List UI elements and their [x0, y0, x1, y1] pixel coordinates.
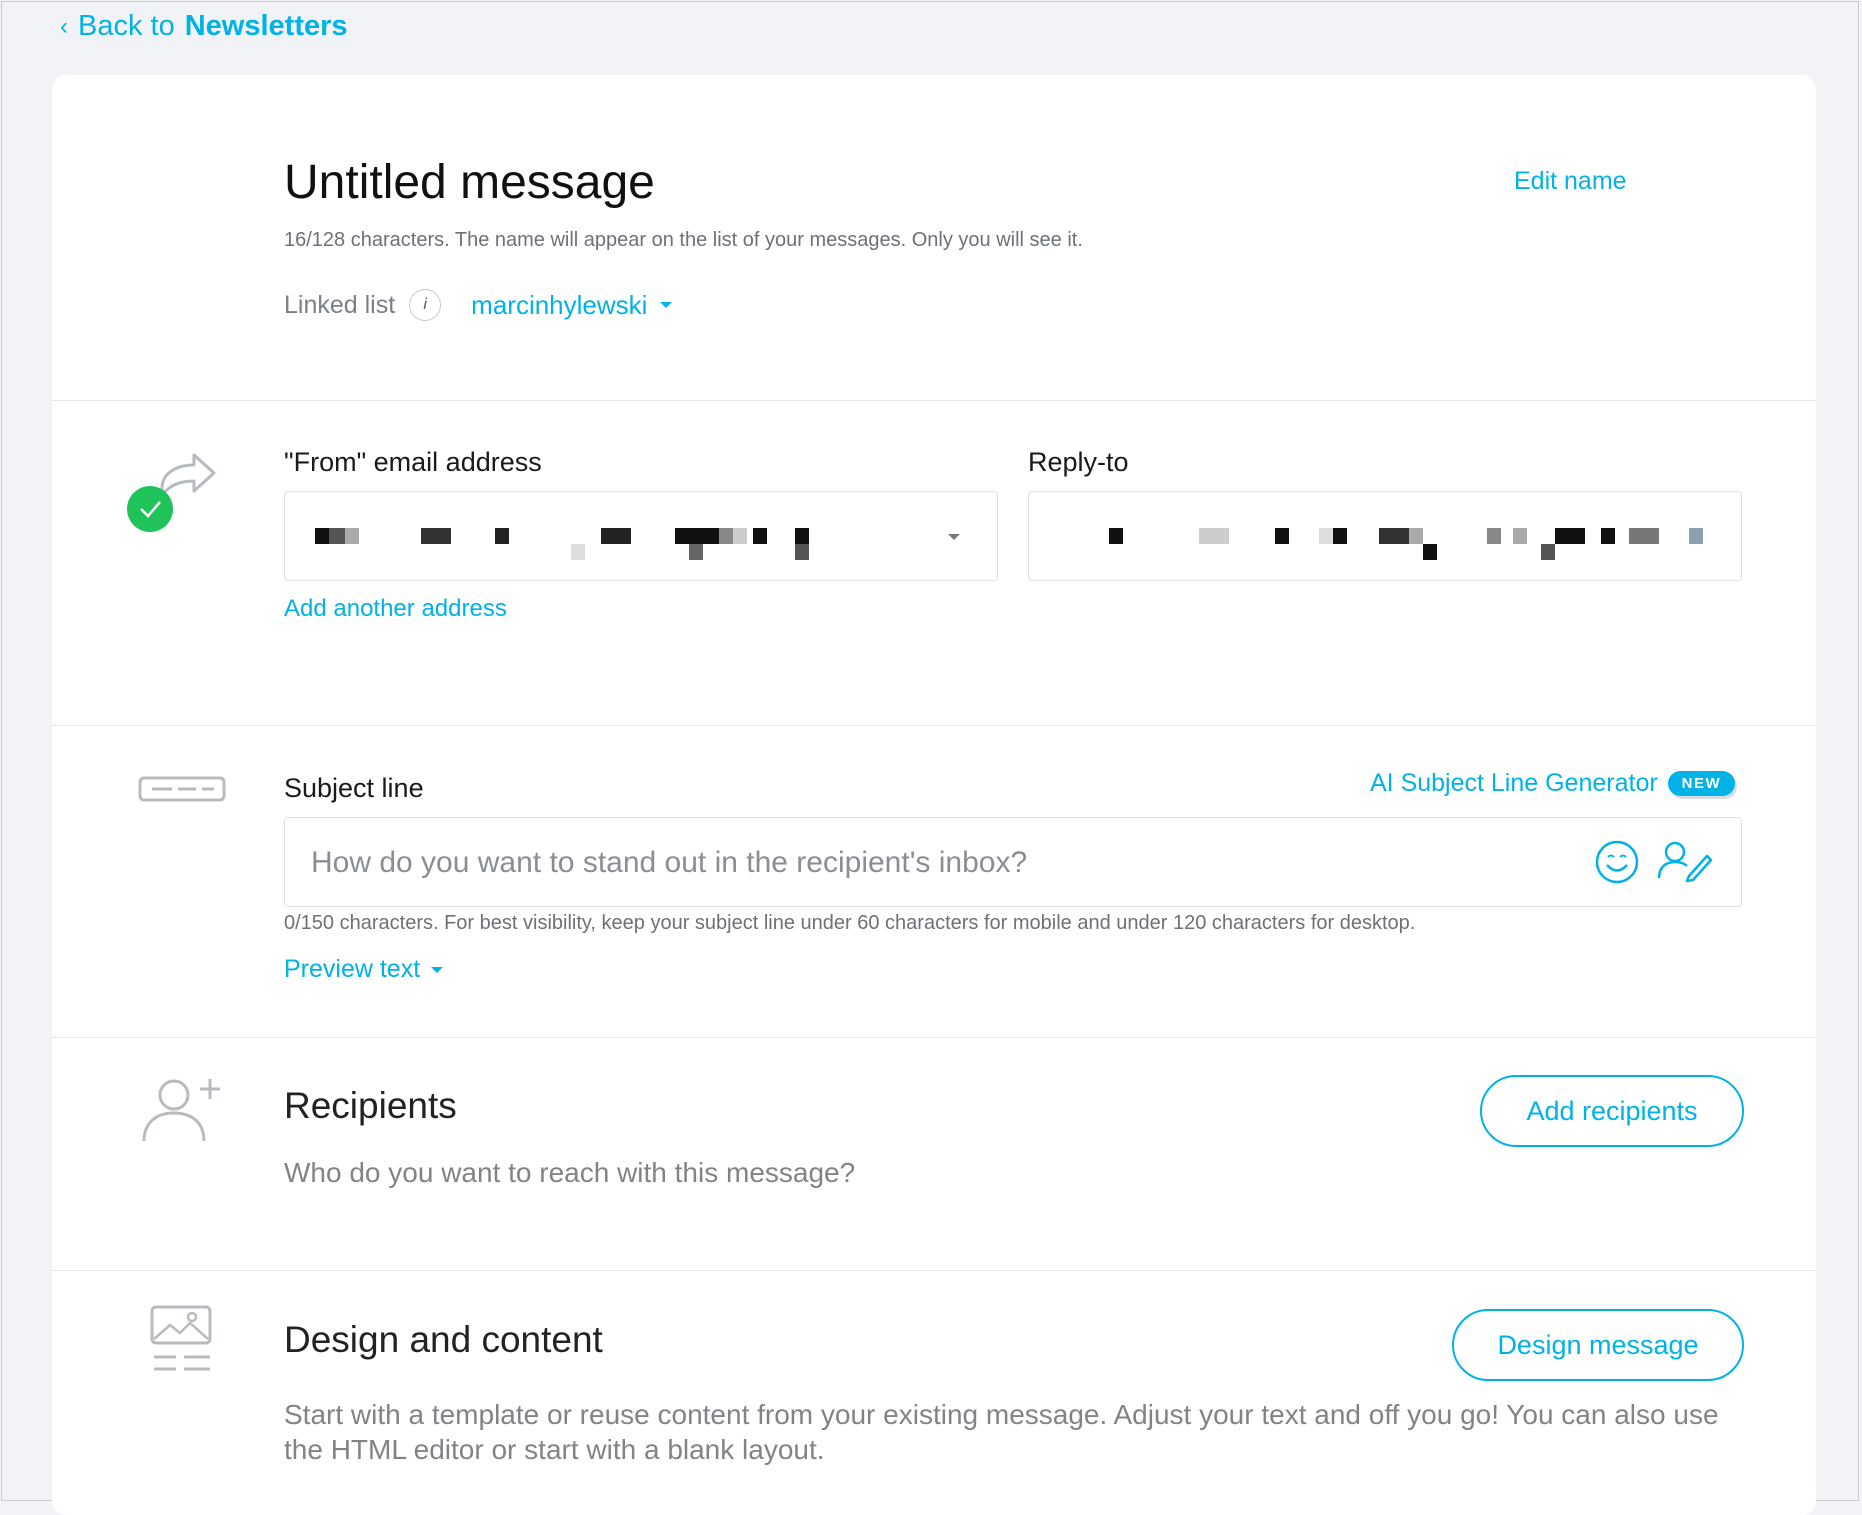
design-message-button[interactable]: Design message	[1452, 1309, 1744, 1381]
subject-input[interactable]	[309, 818, 1493, 908]
forward-arrow-icon	[127, 453, 216, 532]
recipients-description: Who do you want to reach with this messa…	[284, 1157, 856, 1188]
back-target: Newsletters	[184, 10, 348, 42]
page-title: Untitled message	[284, 156, 655, 209]
reply-to-label: Reply-to	[1028, 447, 1129, 477]
message-editor-card: Untitled message Edit name 16/128 charac…	[52, 75, 1816, 1515]
check-icon	[127, 486, 173, 532]
linked-list-label: Linked list	[284, 290, 396, 319]
info-icon[interactable]: i	[409, 289, 442, 321]
image-layout-icon	[150, 1305, 212, 1371]
name-char-info: 16/128 characters. The name will appear …	[284, 229, 1083, 251]
edit-name-link[interactable]: Edit name	[1514, 167, 1627, 196]
linked-list-dropdown[interactable]: marcinhylewski	[471, 290, 647, 321]
add-user-icon	[142, 1079, 220, 1142]
ai-subject-generator-link[interactable]: AI Subject Line Generator	[1370, 769, 1658, 798]
add-another-address-link[interactable]: Add another address	[284, 595, 507, 623]
recipients-title: Recipients	[284, 1085, 457, 1126]
divider	[52, 1270, 1816, 1271]
ai-subject-generator[interactable]: AI Subject Line Generator NEW	[1370, 769, 1736, 798]
back-to-newsletters-link[interactable]: ‹ Back to Newsletters	[60, 10, 348, 43]
preview-text-link[interactable]: Preview text	[284, 955, 420, 984]
divider	[52, 1037, 1816, 1038]
from-label: "From" email address	[284, 447, 542, 477]
subject-line-icon	[138, 776, 226, 802]
chevron-left-icon: ‹	[60, 12, 68, 40]
caret-down-icon[interactable]	[947, 532, 961, 542]
design-title: Design and content	[284, 1319, 603, 1360]
subject-line-label: Subject line	[284, 773, 424, 803]
new-badge: NEW	[1667, 771, 1736, 796]
subject-input-wrapper[interactable]	[284, 817, 1742, 908]
from-email-select[interactable]	[284, 491, 998, 581]
design-description: Start with a template or reuse content f…	[284, 1399, 1719, 1465]
linked-list-row: Linked list i marcinhylewski	[284, 289, 673, 321]
divider	[52, 400, 1816, 401]
preview-text-toggle[interactable]: Preview text	[284, 955, 444, 984]
back-prefix: Back to	[78, 10, 175, 42]
emoji-icon[interactable]	[1593, 838, 1641, 886]
personalize-icon[interactable]	[1655, 838, 1715, 886]
reply-to-field[interactable]	[1028, 491, 1742, 581]
add-recipients-button[interactable]: Add recipients	[1480, 1075, 1744, 1147]
divider	[52, 725, 1816, 726]
caret-down-icon[interactable]	[659, 300, 673, 310]
subject-char-info: 0/150 characters. For best visibility, k…	[284, 912, 1416, 934]
caret-down-icon[interactable]	[430, 965, 444, 975]
